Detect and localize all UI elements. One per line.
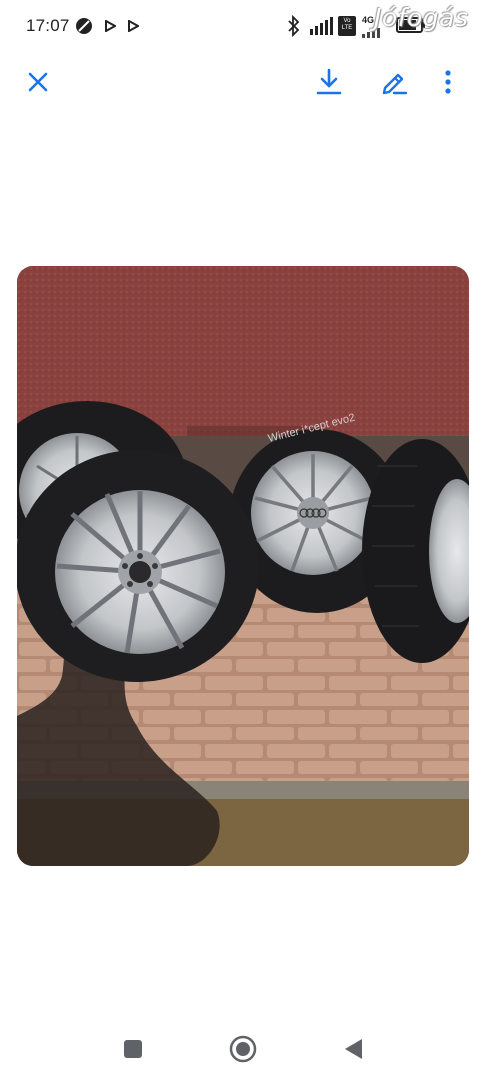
download-button[interactable] (309, 64, 349, 104)
download-icon (316, 68, 342, 101)
more-options-button[interactable] (428, 64, 468, 104)
close-button[interactable] (18, 64, 58, 104)
home-icon (229, 1035, 257, 1068)
signal-icon (310, 17, 334, 40)
home-button[interactable] (225, 1033, 261, 1069)
edit-button[interactable] (374, 64, 414, 104)
recent-apps-icon (123, 1039, 143, 1064)
status-time: 17:07 (26, 16, 70, 35)
network-label: 4G (362, 15, 375, 25)
more-vert-icon (444, 69, 452, 100)
watermark-logo: Jófogás (374, 3, 469, 32)
edit-icon (380, 68, 408, 101)
system-nav-bar (0, 1015, 486, 1080)
photo-viewer-image[interactable]: Winter i*cept evo2 (17, 266, 469, 866)
no-disturb-icon (75, 17, 93, 40)
volte-label: Vo LTE (341, 18, 353, 31)
tyres-photo: Winter i*cept evo2 (17, 266, 469, 866)
viewer-toolbar (0, 60, 486, 110)
back-icon (342, 1037, 364, 1066)
bluetooth-icon (286, 14, 302, 42)
play-icon (127, 19, 141, 37)
back-button[interactable] (335, 1033, 371, 1069)
close-icon (27, 71, 49, 98)
recent-apps-button[interactable] (115, 1033, 151, 1069)
status-bar: 17:07 Vo LTE 4G Jófogás (0, 0, 486, 52)
play-icon (104, 19, 118, 37)
